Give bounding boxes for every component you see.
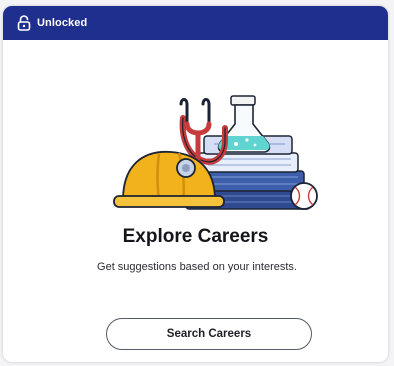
baseball-icon [290, 182, 318, 210]
card-description: Get suggestions based on your interests. [97, 261, 297, 273]
card-title: Explore Careers [122, 226, 269, 247]
unlocked-icon [17, 15, 31, 31]
header-label: Unlocked [37, 17, 88, 29]
search-careers-button[interactable]: Search Careers [106, 318, 312, 350]
careers-illustration [113, 95, 318, 210]
explore-careers-card: Unlocked Explore Careers Get suggestions… [3, 6, 388, 362]
card-header: Unlocked [3, 6, 388, 40]
